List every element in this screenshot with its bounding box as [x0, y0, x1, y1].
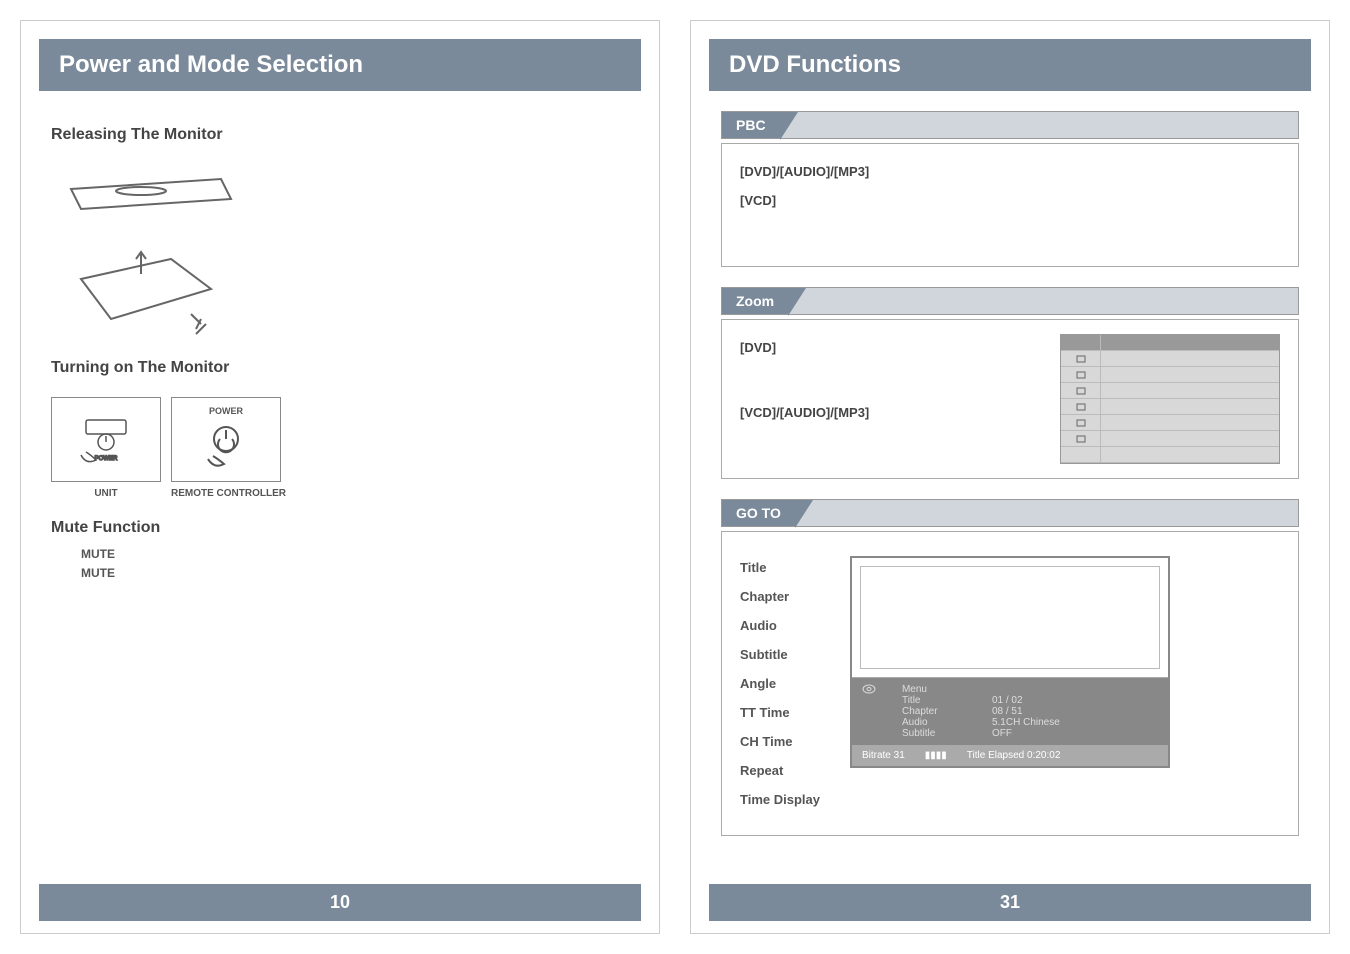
- title-bar-right: DVD Functions: [709, 39, 1311, 91]
- osd-elapsed: Title Elapsed 0:20:02: [967, 750, 1061, 761]
- content-right: PBC [DVD]/[AUDIO]/[MP3] [VCD] Zoom [DVD]…: [691, 91, 1329, 884]
- osd-row-title-k: Title: [902, 695, 972, 706]
- heading-mute: Mute Function: [51, 519, 629, 537]
- unit-button-box: POWER UNIT: [51, 397, 161, 499]
- osd-box: Menu Title Chapter Audio Subtitle 01 / 0…: [850, 556, 1170, 768]
- goto-timedisplay: Time Display: [740, 792, 820, 807]
- osd-row-subtitle-v: OFF: [992, 728, 1158, 739]
- page-number-right: 31: [709, 884, 1311, 921]
- power-label: POWER: [209, 406, 243, 416]
- pbc-line1: [DVD]/[AUDIO]/[MP3]: [740, 164, 1280, 179]
- bitrate-bars-icon: ▮▮▮▮: [925, 750, 947, 761]
- goto-tag-box: GO TO: [721, 499, 1299, 527]
- heading-turning-on: Turning on The Monitor: [51, 359, 629, 377]
- osd-bottom: Bitrate 31 ▮▮▮▮ Title Elapsed 0:20:02: [852, 745, 1168, 766]
- goto-angle: Angle: [740, 676, 820, 691]
- goto-title: Title: [740, 560, 820, 575]
- osd-row-subtitle-k: Subtitle: [902, 728, 972, 739]
- osd-row-title-v: 01 / 02: [992, 695, 1158, 706]
- pbc-tag-box: PBC: [721, 111, 1299, 139]
- goto-tag: GO TO: [722, 500, 795, 526]
- content-left: Releasing The Monitor Turning on The Mon…: [21, 91, 659, 884]
- goto-subtitle: Subtitle: [740, 647, 820, 662]
- monitor-illustration: [51, 159, 629, 344]
- osd-row-chapter-k: Chapter: [902, 706, 972, 717]
- osd-screen: [852, 558, 1168, 678]
- remote-label: REMOTE CONTROLLER: [171, 488, 286, 499]
- goto-chapter: Chapter: [740, 589, 820, 604]
- page-right: DVD Functions PBC [DVD]/[AUDIO]/[MP3] [V…: [690, 20, 1330, 934]
- title-bar-left: Power and Mode Selection: [39, 39, 641, 91]
- zoom-line2: [VCD]/[AUDIO]/[MP3]: [740, 405, 869, 420]
- goto-tttime: TT Time: [740, 705, 820, 720]
- osd-menu: Menu: [902, 684, 972, 695]
- goto-chtime: CH Time: [740, 734, 820, 749]
- goto-labels: Title Chapter Audio Subtitle Angle TT Ti…: [740, 546, 820, 821]
- osd-info: Menu Title Chapter Audio Subtitle 01 / 0…: [852, 678, 1168, 745]
- mute-label-2: MUTE: [81, 566, 629, 580]
- svg-text:POWER: POWER: [95, 456, 118, 462]
- unit-label: UNIT: [51, 488, 161, 499]
- remote-button-box: POWER REMOTE CONTROLLER: [171, 397, 286, 499]
- goto-repeat: Repeat: [740, 763, 820, 778]
- osd-row-chapter-v: 08 / 51: [992, 706, 1158, 717]
- goto-box: Title Chapter Audio Subtitle Angle TT Ti…: [721, 531, 1299, 836]
- zoom-tag: Zoom: [722, 288, 788, 314]
- osd-bitrate: Bitrate 31: [862, 750, 905, 761]
- osd-row-audio-v: 5.1CH Chinese: [992, 717, 1158, 728]
- goto-audio: Audio: [740, 618, 820, 633]
- pbc-line2: [VCD]: [740, 193, 1280, 208]
- zoom-tag-box: Zoom: [721, 287, 1299, 315]
- zoom-box: [DVD] [VCD]/[AUDIO]/[MP3]: [721, 319, 1299, 479]
- pbc-tag: PBC: [722, 112, 780, 138]
- osd-row-audio-k: Audio: [902, 717, 972, 728]
- mute-label-1: MUTE: [81, 547, 629, 561]
- zoom-table: [1060, 334, 1280, 464]
- heading-releasing: Releasing The Monitor: [51, 126, 629, 144]
- zoom-line1: [DVD]: [740, 340, 869, 355]
- disc-icon: [862, 684, 876, 694]
- pbc-box: [DVD]/[AUDIO]/[MP3] [VCD]: [721, 143, 1299, 267]
- page-left: Power and Mode Selection Releasing The M…: [20, 20, 660, 934]
- page-number-left: 10: [39, 884, 641, 921]
- button-illustrations: POWER UNIT POWER: [51, 397, 629, 499]
